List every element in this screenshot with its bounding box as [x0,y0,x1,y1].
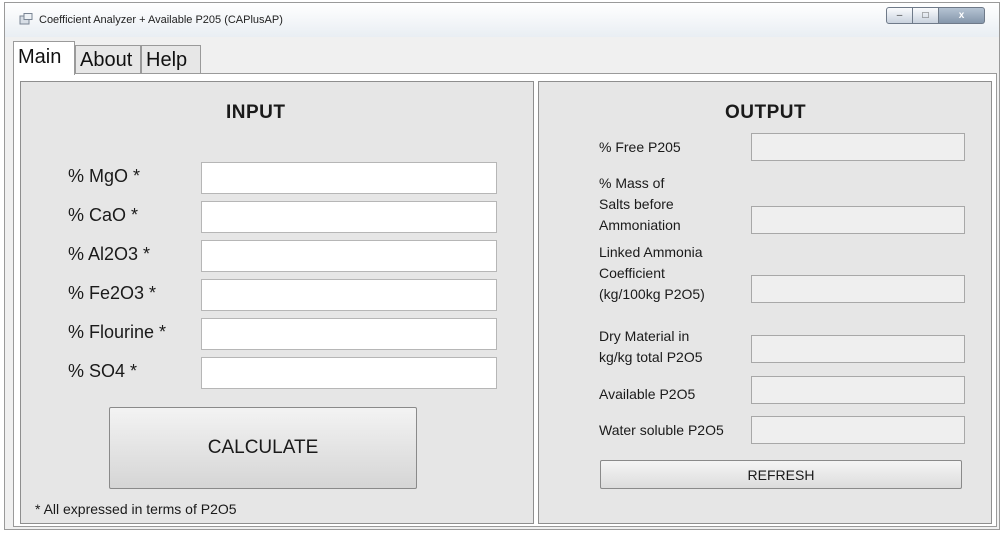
main-tab-panel: INPUT % MgO * % CaO * % Al2O3 * % Fe2O3 … [13,73,997,527]
so4-label: % SO4 * [68,361,138,381]
footnote: * All expressed in terms of P2O5 [35,501,237,517]
calculate-button[interactable]: CALCULATE [109,407,417,489]
available-p2o5-output[interactable] [751,376,965,404]
cao-label: % CaO * [68,205,139,225]
cao-input[interactable] [201,201,497,233]
maximize-button[interactable]: □ [913,7,939,24]
output-group: OUTPUT % Free P205 % Mass of Salts befor… [538,81,992,524]
close-icon: x [958,10,965,21]
close-button[interactable]: x [939,7,985,24]
tab-main[interactable]: Main [13,41,75,75]
fluorine-label: % Flourine * [68,322,167,342]
mgo-label: % MgO * [68,166,141,186]
fluorine-input[interactable] [201,318,497,350]
refresh-button[interactable]: REFRESH [600,460,962,489]
water-soluble-p2o5-output[interactable] [751,416,965,444]
dry-material-output[interactable] [751,335,965,363]
fe2o3-input[interactable] [201,279,497,311]
mass-of-salts-label: % Mass of Salts before Ammoniation [599,175,681,233]
so4-input[interactable] [201,357,497,389]
output-heading: OUTPUT [725,102,807,123]
linked-ammonia-label: Linked Ammonia Coefficient (kg/100kg P2O… [599,244,705,302]
al2o3-label: % Al2O3 * [68,244,151,264]
tab-help[interactable]: Help [141,45,201,73]
title-bar[interactable]: Coefficient Analyzer + Available P205 (C… [5,3,999,37]
tab-about[interactable]: About [75,45,141,73]
linked-ammonia-output[interactable] [751,275,965,303]
mass-of-salts-output[interactable] [751,206,965,234]
input-group: INPUT % MgO * % CaO * % Al2O3 * % Fe2O3 … [20,81,534,524]
free-p205-label: % Free P205 [599,139,681,155]
free-p205-output[interactable] [751,133,965,161]
dry-material-label: Dry Material in kg/kg total P2O5 [599,328,703,365]
maximize-icon: □ [922,10,929,21]
minimize-icon: – [896,10,903,21]
window-title: Coefficient Analyzer + Available P205 (C… [39,14,283,26]
app-window: Coefficient Analyzer + Available P205 (C… [4,2,1000,530]
window-controls: – □ x [886,7,985,24]
available-p2o5-label: Available P2O5 [599,386,696,402]
minimize-button[interactable]: – [886,7,913,24]
app-icon [19,13,33,25]
al2o3-input[interactable] [201,240,497,272]
mgo-input[interactable] [201,162,497,194]
fe2o3-label: % Fe2O3 * [68,283,157,303]
water-soluble-p2o5-label: Water soluble P2O5 [599,422,724,438]
input-heading: INPUT [226,102,286,123]
